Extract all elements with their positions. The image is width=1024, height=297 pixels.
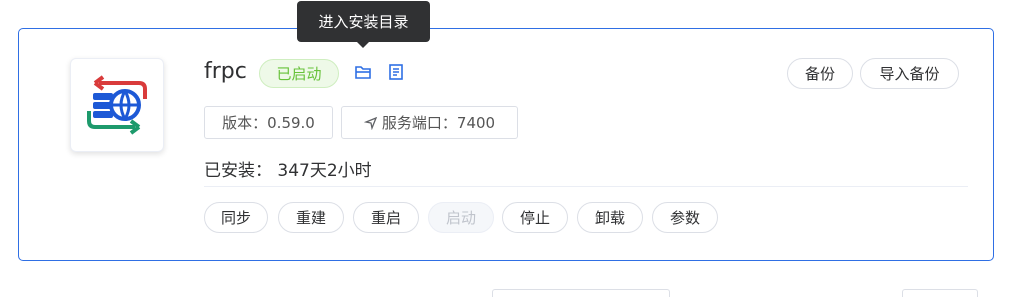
rebuild-button[interactable]: 重建 [278, 202, 344, 233]
start-button[interactable]: 启动 [428, 202, 494, 233]
import-backup-button[interactable]: 导入备份 [860, 58, 959, 89]
backup-button[interactable]: 备份 [787, 58, 853, 89]
tooltip-enter-install-dir: 进入安装目录 [297, 1, 430, 48]
uninstall-button[interactable]: 卸载 [577, 202, 643, 233]
app-name: frpc [204, 59, 247, 84]
sync-button[interactable]: 同步 [204, 202, 268, 233]
next-card-edge-right [902, 289, 978, 297]
folder-icon[interactable] [354, 63, 372, 81]
stop-button[interactable]: 停止 [502, 202, 568, 233]
port-tag: 服务端口：7400 [341, 106, 518, 139]
port-label: 服务端口：7400 [381, 114, 496, 132]
document-icon[interactable] [387, 63, 405, 81]
installed-duration: 已安装： 347天2小时 [204, 161, 372, 181]
status-badge: 已启动 [259, 59, 339, 88]
send-arrow-icon [363, 116, 378, 130]
restart-button[interactable]: 重启 [353, 202, 419, 233]
app-logo-icon [70, 58, 164, 152]
version-tag: 版本：0.59.0 [204, 106, 333, 139]
next-card-edge [492, 289, 670, 297]
divider [204, 186, 968, 187]
params-button[interactable]: 参数 [652, 202, 718, 233]
